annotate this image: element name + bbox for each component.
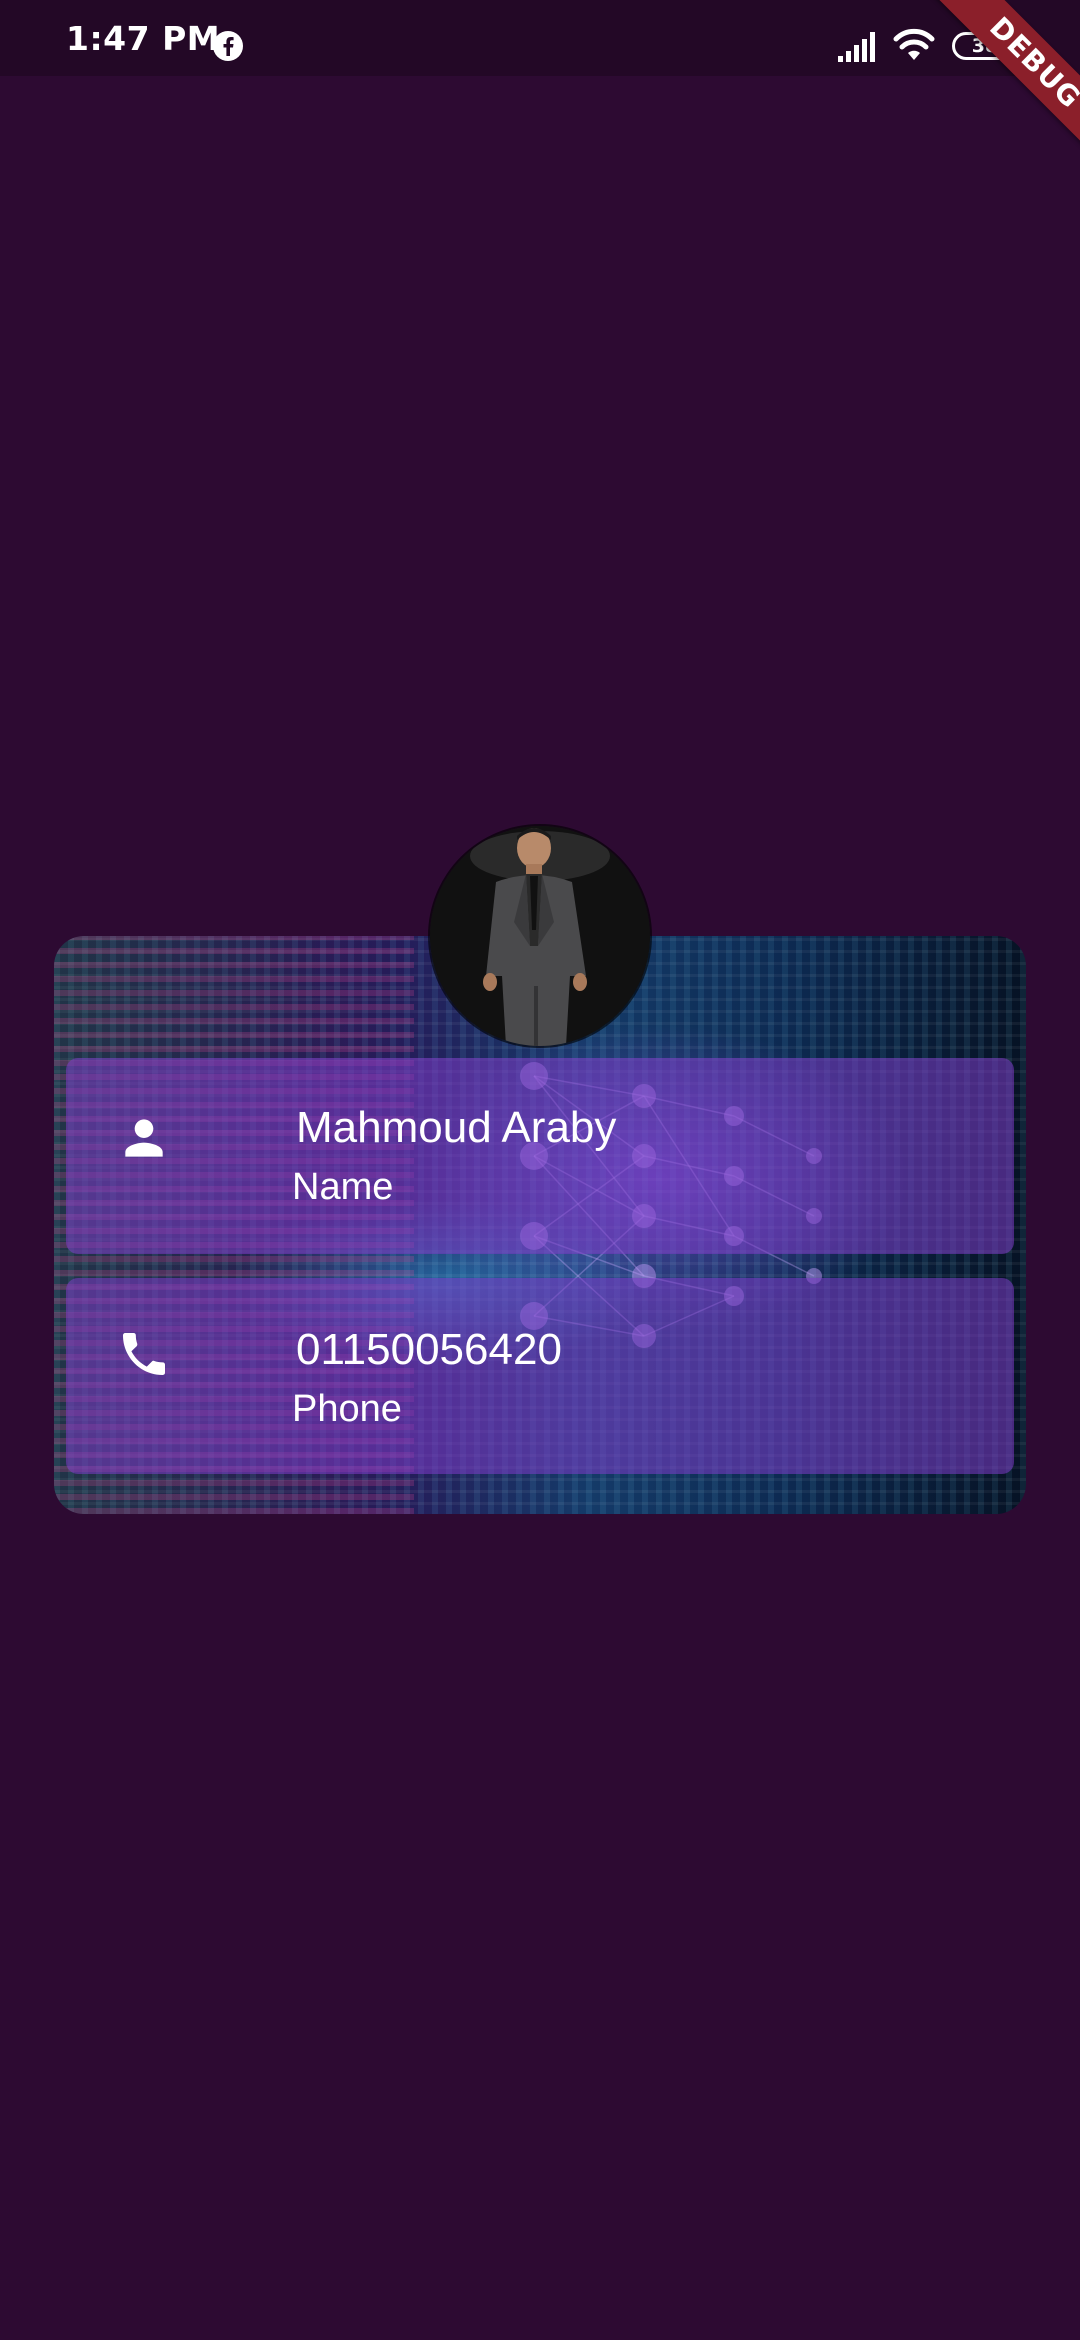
status-bar: 1:47 PM 38 [0, 0, 1080, 76]
avatar-photo [430, 826, 650, 1046]
status-time: 1:47 PM [66, 19, 221, 58]
phone-icon [123, 1333, 165, 1375]
wifi-icon [893, 28, 935, 60]
phone-label: Phone [292, 1388, 402, 1430]
name-value: Mahmoud Araby [296, 1103, 617, 1152]
phone-row[interactable]: 01150056420 Phone [66, 1278, 1014, 1474]
signal-icon [838, 32, 875, 62]
profile-avatar[interactable] [430, 826, 650, 1046]
name-label: Name [292, 1166, 394, 1208]
phone-value: 01150056420 [296, 1325, 562, 1374]
name-row[interactable]: Mahmoud Araby Name [66, 1058, 1014, 1254]
person-icon [125, 1119, 163, 1157]
facebook-icon [213, 31, 243, 61]
